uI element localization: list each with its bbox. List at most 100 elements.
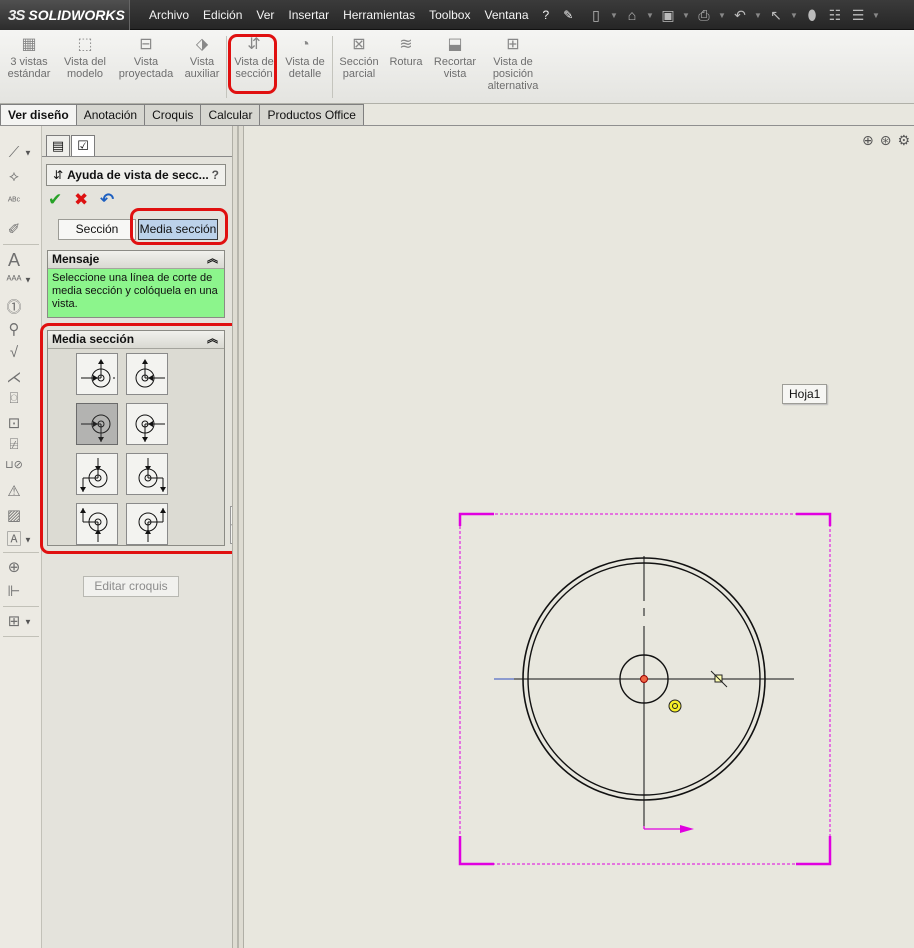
chevron-down-icon[interactable]: ▼ [753,11,763,20]
menu-help[interactable]: ? [536,8,557,22]
weld-symbol-tool[interactable]: ⋌ [4,368,40,390]
centerline-tool[interactable]: ⊩ [4,582,40,604]
tab-anotacion[interactable]: Anotación [76,104,146,126]
menu-ver[interactable]: Ver [249,8,281,22]
origin-marker [668,699,682,713]
undo-icon[interactable]: ↶ [730,7,750,24]
pin-icon[interactable]: ✎ [556,8,580,22]
rebuild-icon[interactable]: ⬮ [802,7,822,24]
broken-out-section-icon: ⊠ [352,36,366,53]
auxiliary-view-button[interactable]: ⬗ Vista auxiliar [180,36,224,80]
menu-bar: Archivo Edición Ver Insertar Herramienta… [142,0,580,30]
spell-check-icon: ᴬᴮᶜ [7,196,21,207]
undo-icon[interactable]: ↶ [100,190,114,210]
table-tool[interactable]: ⊞ ▼ [4,612,40,634]
section-toggle-button[interactable]: Sección [58,219,136,240]
break-button[interactable]: ≋ Rotura [384,36,428,68]
open-icon[interactable]: ⌂ [622,7,642,23]
quick-access-toolbar: ▯ ▼ ⌂ ▼ ▣ ▼ ⎙ ▼ ↶ ▼ ↖ ▼ ⬮ ☷ ☰ ▼ [586,0,881,30]
save-icon[interactable]: ▣ [658,7,678,24]
standard-3-views-button[interactable]: ▦ 3 vistas estándar [6,36,52,80]
button-label: 3 vistas [10,56,48,68]
projected-view-button[interactable]: ⊟ Vista proyectada [115,36,177,80]
menu-insertar[interactable]: Insertar [281,8,336,22]
alternate-position-view-button[interactable]: ⊞ Vista de posición alternativa [482,36,544,92]
smart-dimension-icon: ⟋ [8,144,20,161]
chevron-down-icon[interactable]: ▼ [717,11,727,20]
chevron-down-icon: ▼ [24,275,32,285]
print-icon[interactable]: ⎙ [694,7,714,24]
feature-manager-tab-icon[interactable]: ▤ [46,135,70,157]
chevron-down-icon[interactable]: ▼ [609,11,619,20]
table-icon: ⊞ [7,613,21,630]
menu-herramientas[interactable]: Herramientas [336,8,422,22]
button-label: auxiliar [184,68,220,80]
graphics-area[interactable]: ⊕ ⊛ ⚙ Hoja1 [244,126,914,948]
section-view-highlight [228,34,277,94]
broken-out-section-button[interactable]: ⊠ Sección parcial [336,36,382,80]
smart-dimension-tool[interactable]: ⟋ ▼ [4,144,40,166]
crop-view-button[interactable]: ⬓ Recortar vista [430,36,480,80]
command-manager: ▦ 3 vistas estándar ⬚ Vista del modelo ⊟… [0,30,914,104]
tab-calcular[interactable]: Calcular [201,104,261,126]
chevron-down-icon[interactable]: ▼ [789,11,799,20]
model-items-tool[interactable]: ⟡ [4,168,40,190]
model-view-icon: ⬚ [77,36,93,53]
linear-note-pattern-tool[interactable]: ᴬᴬᴬ ▼ [4,274,40,296]
menu-edicion[interactable]: Edición [196,8,249,22]
message-header[interactable]: Mensaje ︽ [48,251,224,269]
tab-productos-office[interactable]: Productos Office [260,104,364,126]
hole-callout-tool[interactable]: ⌼ [4,390,40,412]
datum-target-tool[interactable]: ⊔⊘ [4,458,40,480]
button-label: detalle [288,68,322,80]
chevron-down-icon[interactable]: ▼ [681,11,691,20]
center-mark-tool[interactable]: ⊕ [4,558,40,580]
file-properties-icon[interactable]: ☷ [825,7,845,24]
balloon-tool[interactable]: ⓵ [4,296,40,318]
break-icon: ≋ [399,36,413,53]
area-hatch-tool[interactable]: ▨ [4,506,40,528]
model-view-button[interactable]: ⬚ Vista del modelo [60,36,110,80]
format-painter-tool[interactable]: ✐ [4,220,40,242]
options-icon[interactable]: ☰ [848,7,868,24]
block-tool[interactable]: 🄰 ▼ [4,528,40,550]
auto-balloon-tool[interactable]: ⚲ [4,320,40,342]
ok-check-icon[interactable]: ✔ [48,190,62,210]
ribbon-separator [226,36,227,98]
collapse-chevron-icon[interactable]: ︽ [207,251,218,268]
surface-finish-tool[interactable]: √ [4,344,40,366]
revision-symbol-tool[interactable]: ⚠ [4,482,40,504]
chevron-down-icon[interactable]: ▼ [645,11,655,20]
menu-toolbox[interactable]: Toolbox [422,8,477,22]
datum-feature-tool[interactable]: ⍯ [4,436,40,458]
select-icon[interactable]: ↖ [766,7,786,24]
help-icon[interactable]: ? [212,165,219,185]
toolbar-separator [3,636,39,637]
tab-ver-diseno[interactable]: Ver diseño [0,104,77,126]
title-text: Ayuda de vista de secc... [67,168,209,182]
ribbon-separator [332,36,333,98]
weld-symbol-icon: ⋌ [6,369,22,386]
menu-archivo[interactable]: Archivo [142,8,196,22]
chevron-down-icon[interactable]: ▼ [871,11,881,20]
cancel-x-icon[interactable]: ✖ [74,190,88,210]
auxiliary-view-icon: ⬗ [195,36,209,53]
view-boundary[interactable] [459,513,831,865]
geometric-tolerance-tool[interactable]: ⊡ [4,414,40,436]
button-label: parcial [342,68,376,80]
panel-splitter[interactable] [232,126,244,948]
detail-view-button[interactable]: ◔ Vista de detalle [282,36,328,80]
new-document-icon[interactable]: ▯ [586,7,606,24]
edit-sketch-button[interactable]: Editar croquis [83,576,179,597]
center-point[interactable] [640,675,648,683]
menu-ventana[interactable]: Ventana [477,8,535,22]
chevron-down-icon: ▼ [24,148,32,158]
spell-checker-tool[interactable]: ᴬᴮᶜ [4,196,40,218]
view-corner-markers [458,512,832,866]
note-tool[interactable]: A [4,250,40,272]
solidworks-logo[interactable]: 3S SOLIDWORKS [0,0,130,30]
geometric-tolerance-icon: ⊡ [7,415,21,432]
model-items-icon: ⟡ [9,168,19,185]
tab-croquis[interactable]: Croquis [145,104,202,126]
property-manager-tab-icon[interactable]: ☑ [71,135,95,157]
